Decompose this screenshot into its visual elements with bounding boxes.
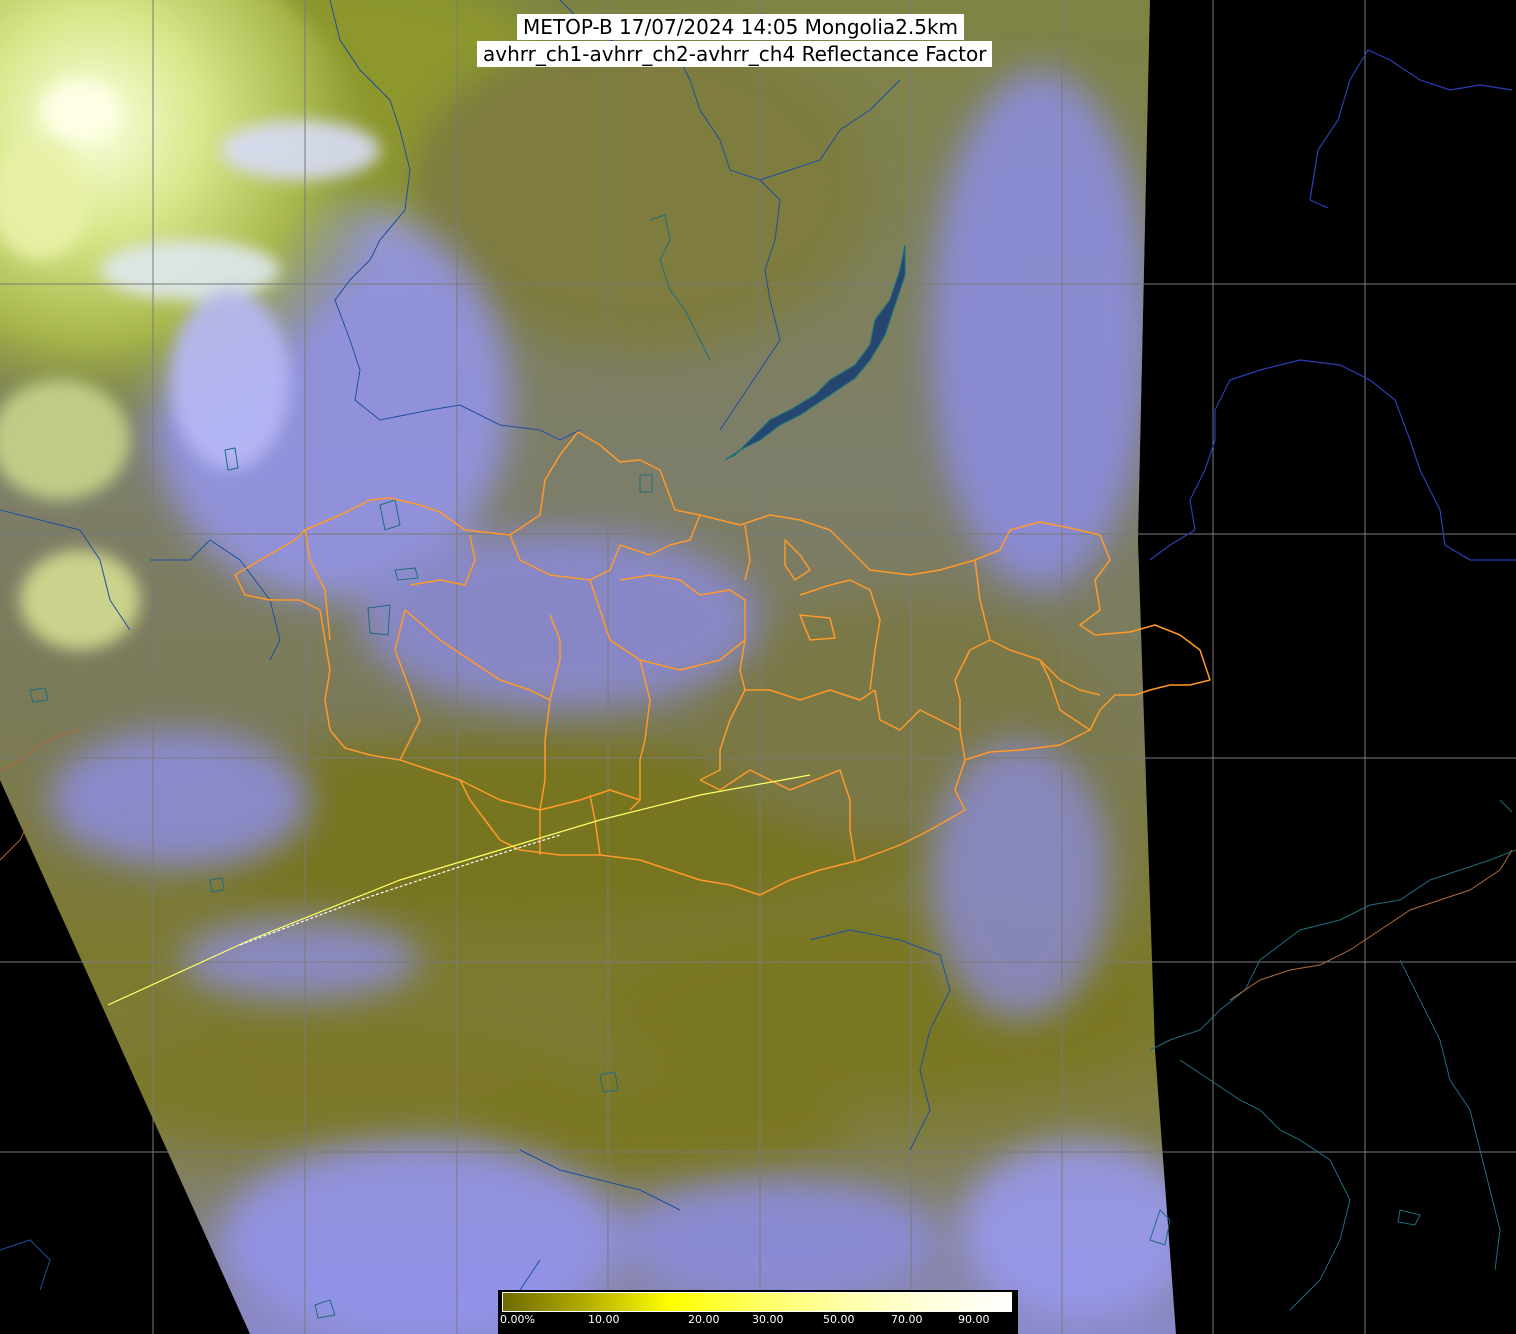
satellite-image xyxy=(0,0,1516,1334)
colorbar-label: 30.00 xyxy=(752,1313,784,1326)
colorbar-label: 10.00 xyxy=(588,1313,620,1326)
colorbar-label: 50.00 xyxy=(823,1313,855,1326)
colorbar-ramp xyxy=(502,1292,1012,1312)
satellite-map: METOP-B 17/07/2024 14:05 Mongolia2.5km a… xyxy=(0,0,1516,1334)
colorbar: 0.00% 10.00 20.00 30.00 50.00 70.00 90.0… xyxy=(498,1290,1018,1334)
satellite-swath xyxy=(0,0,1176,1334)
colorbar-label: 20.00 xyxy=(688,1313,720,1326)
colorbar-label: 70.00 xyxy=(891,1313,923,1326)
colorbar-label: 90.00 xyxy=(958,1313,990,1326)
map-subtitle: avhrr_ch1-avhrr_ch2-avhrr_ch4 Reflectanc… xyxy=(477,41,993,67)
map-title: METOP-B 17/07/2024 14:05 Mongolia2.5km xyxy=(517,14,965,40)
colorbar-label: 0.00% xyxy=(500,1313,535,1326)
